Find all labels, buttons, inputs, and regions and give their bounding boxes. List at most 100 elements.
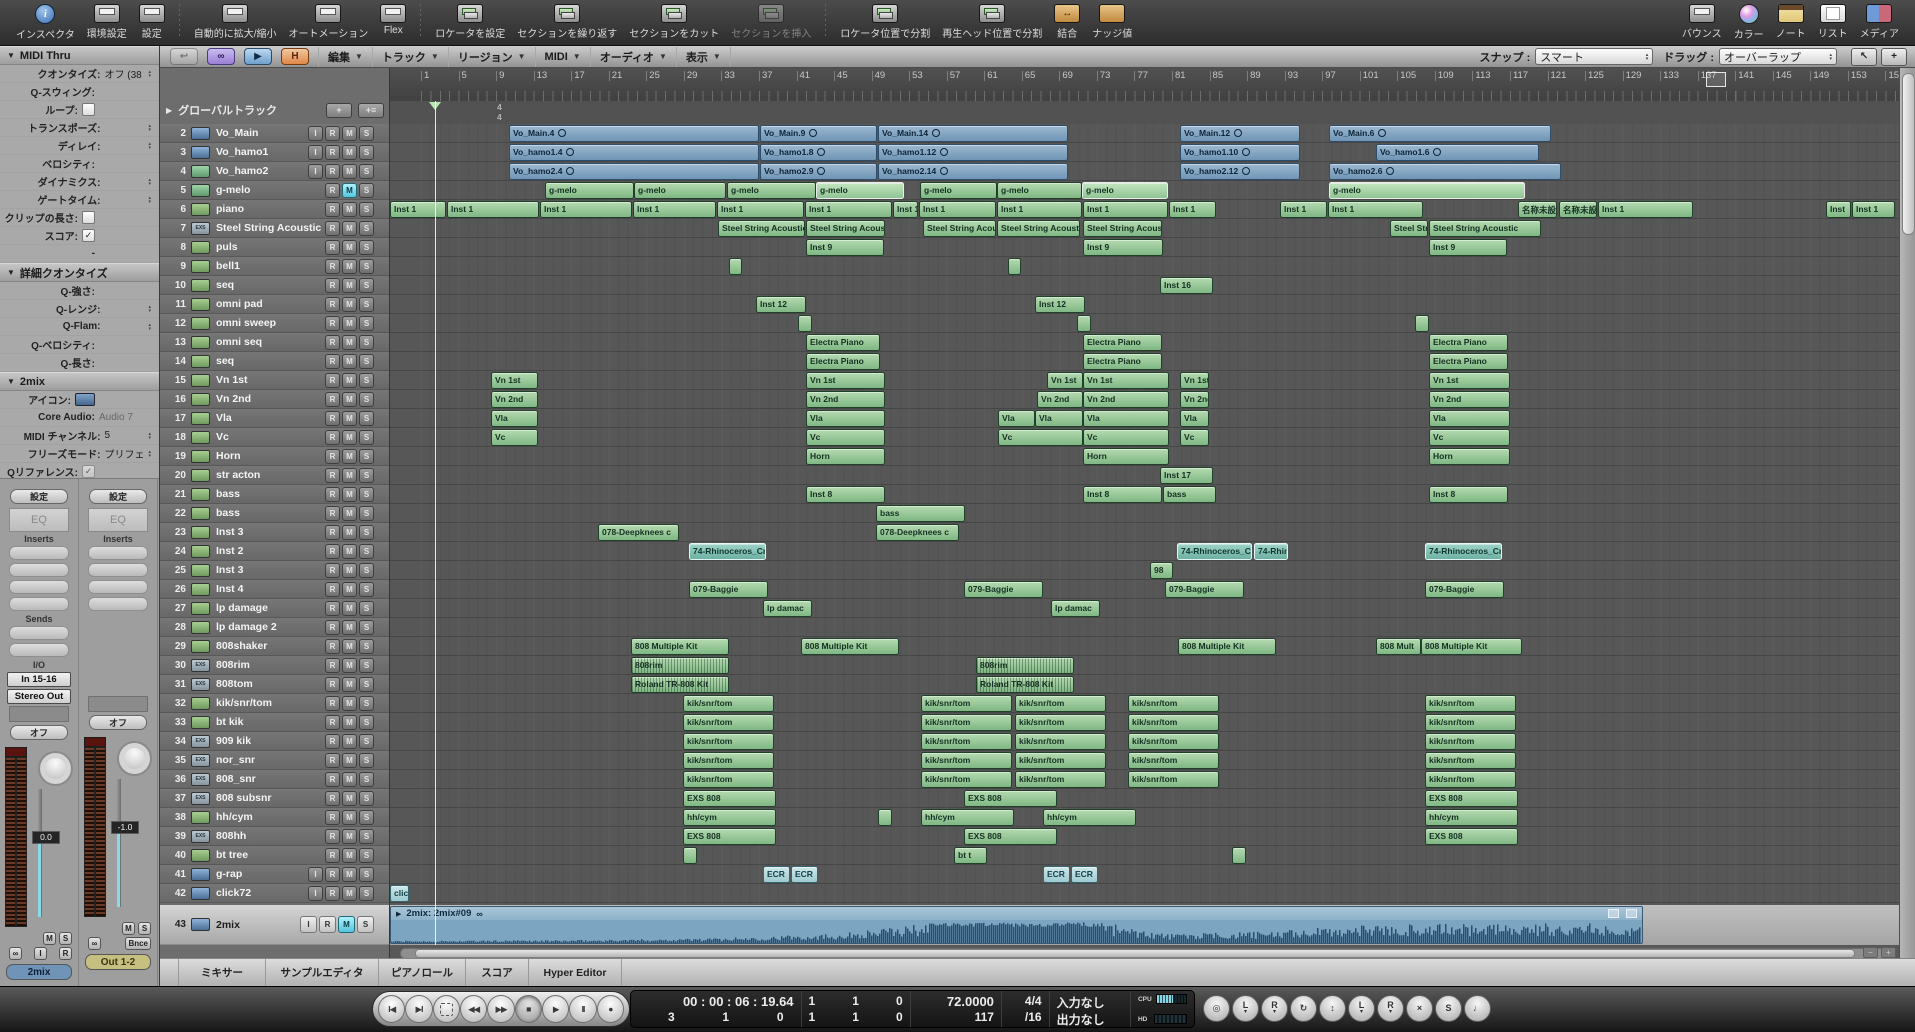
region-Vo_hamo1.6[interactable]: Vo_hamo1.6 bbox=[1376, 144, 1539, 161]
mute-button[interactable]: M bbox=[342, 201, 357, 217]
track-name[interactable]: omni pad bbox=[216, 298, 323, 310]
toolbar-item-flex[interactable]: Flex bbox=[380, 4, 407, 36]
region-kik/snr/tom[interactable]: kik/snr/tom bbox=[1128, 752, 1219, 769]
solo-button[interactable]: S bbox=[359, 657, 374, 673]
region-808rim[interactable]: 808rim bbox=[976, 657, 1074, 674]
solo-button[interactable]: S bbox=[359, 866, 374, 882]
solo-button[interactable]: S bbox=[359, 277, 374, 293]
stepper-icon[interactable]: ▴▾ bbox=[148, 69, 151, 78]
automation-mode-button[interactable]: オフ bbox=[10, 725, 68, 740]
region-Electra Piano[interactable]: Electra Piano bbox=[1083, 334, 1162, 351]
snap-select[interactable]: スマート ▴ ▾ bbox=[1535, 48, 1654, 65]
inspector-section-midi-thru[interactable]: ▼ MIDI Thru bbox=[0, 46, 159, 65]
toolbar-item-inspector[interactable]: i インスペクタ bbox=[16, 4, 75, 41]
mute-button[interactable]: M bbox=[342, 771, 357, 787]
region-Inst 17[interactable]: Inst 17 bbox=[1160, 467, 1213, 484]
mute-button[interactable]: M bbox=[342, 543, 357, 559]
track-row-bass[interactable]: 22 bass R M S bbox=[160, 504, 389, 523]
track-name[interactable]: g-melo bbox=[216, 184, 323, 196]
track-row-bass[interactable]: 21 bass R M S bbox=[160, 485, 389, 504]
region-EXS 808[interactable]: EXS 808 bbox=[1425, 790, 1518, 807]
mute-button[interactable]: M bbox=[342, 638, 357, 654]
track-name[interactable]: Steel String Acoustic bbox=[216, 222, 323, 234]
solo-button[interactable]: S bbox=[359, 334, 374, 350]
region-Vn 2nd[interactable]: Vn 2nd bbox=[491, 391, 538, 408]
parameter-value[interactable]: プリフェ bbox=[104, 446, 148, 461]
region-Inst 12[interactable]: Inst 12 bbox=[756, 296, 806, 313]
region-kik/snr/tom[interactable]: kik/snr/tom bbox=[1015, 714, 1106, 731]
region-Vo_hamo1.4[interactable]: Vo_hamo1.4 bbox=[509, 144, 759, 161]
track-name[interactable]: 808tom bbox=[216, 678, 323, 690]
region-kik/snr/tom[interactable]: kik/snr/tom bbox=[921, 752, 1012, 769]
solo-button[interactable]: S bbox=[359, 885, 374, 901]
mute-button[interactable]: M bbox=[338, 916, 355, 933]
solo-button[interactable]: S bbox=[359, 315, 374, 331]
stepper-icon[interactable]: ▴▾ bbox=[148, 141, 151, 150]
input-monitor-button[interactable]: I bbox=[308, 866, 323, 882]
solo-button[interactable]: S bbox=[359, 410, 374, 426]
track-row-kik/snr/tom[interactable]: 32 kik/snr/tom R M S bbox=[160, 694, 389, 713]
channel-mode-button-Bnce[interactable]: Bnce bbox=[125, 937, 151, 950]
insert-slot[interactable] bbox=[9, 563, 69, 577]
region-Steel String Acoustic[interactable]: Steel String Acoustic bbox=[1429, 220, 1541, 237]
region-ECR[interactable]: ECR bbox=[763, 866, 790, 883]
inspector-section-advanced-quantize[interactable]: ▼ 詳細クオンタイズ bbox=[0, 263, 159, 282]
region-Inst 1[interactable]: Inst 1 bbox=[1083, 201, 1168, 218]
track-name[interactable]: bass bbox=[216, 507, 323, 519]
region-EXS 808[interactable]: EXS 808 bbox=[964, 828, 1057, 845]
region-Inst 1[interactable]: Inst 1 bbox=[447, 201, 539, 218]
track-row-909 kik[interactable]: 34 EXS 909 kik R M S bbox=[160, 732, 389, 751]
region-blip[interactable] bbox=[1077, 315, 1091, 332]
record-enable-button[interactable]: R bbox=[319, 916, 336, 933]
track-name[interactable]: seq bbox=[216, 279, 323, 291]
lcd-position[interactable]: 00 : 00 : 06 : 19.64 3 1 0 bbox=[631, 991, 802, 1027]
record-enable-button[interactable]: R bbox=[325, 543, 340, 559]
horizontal-scrollbar[interactable] bbox=[400, 948, 1890, 958]
solo-button[interactable]: S bbox=[359, 752, 374, 768]
record-enable-button[interactable]: R bbox=[325, 182, 340, 198]
insert-slot[interactable] bbox=[88, 580, 148, 594]
mute-button[interactable]: M bbox=[342, 353, 357, 369]
track-name[interactable]: 808 subsnr bbox=[216, 792, 323, 804]
region-Vc[interactable]: Vc bbox=[1083, 429, 1169, 446]
region-Electra Piano[interactable]: Electra Piano bbox=[806, 353, 880, 370]
record-enable-button[interactable]: R bbox=[325, 410, 340, 426]
solo-button[interactable]: S bbox=[359, 467, 374, 483]
stepper-icon[interactable]: ▴▾ bbox=[148, 449, 151, 458]
menu-オーディオ[interactable]: オーディオ ▼ bbox=[589, 46, 676, 67]
stepper-icon[interactable]: ▴▾ bbox=[148, 195, 151, 204]
region-Steel Str[interactable]: Steel Str bbox=[1390, 220, 1428, 237]
fader-value[interactable]: 0.0 bbox=[32, 831, 60, 844]
mute-button[interactable]: M bbox=[342, 695, 357, 711]
tab-ピアノロール[interactable]: ピアノロール bbox=[379, 959, 466, 986]
region-blip[interactable] bbox=[1415, 315, 1429, 332]
region-kik/snr/tom[interactable]: kik/snr/tom bbox=[1128, 771, 1219, 788]
mute-button[interactable]: M bbox=[342, 429, 357, 445]
region-hh/cym[interactable]: hh/cym bbox=[683, 809, 776, 826]
record-enable-button[interactable]: R bbox=[325, 600, 340, 616]
track-row-Vn 2nd[interactable]: 16 Vn 2nd R M S bbox=[160, 390, 389, 409]
menu-表示[interactable]: 表示 ▼ bbox=[675, 46, 731, 67]
region-kik/snr/tom[interactable]: kik/snr/tom bbox=[1015, 752, 1106, 769]
track-name[interactable]: Vo_Main bbox=[216, 127, 306, 139]
region-kik/snr/tom[interactable]: kik/snr/tom bbox=[1128, 695, 1219, 712]
solo-button[interactable]: S bbox=[359, 600, 374, 616]
pan-knob[interactable] bbox=[38, 751, 73, 786]
track-name[interactable]: 808shaker bbox=[216, 640, 323, 652]
track-row-808_snr[interactable]: 36 EXS 808_snr R M S bbox=[160, 770, 389, 789]
go-to-beginning-button[interactable]: I◀ bbox=[378, 995, 406, 1023]
mute-button[interactable]: M bbox=[342, 714, 357, 730]
track-name[interactable]: 808hh bbox=[216, 830, 323, 842]
region-Vo_Main.9[interactable]: Vo_Main.9 bbox=[760, 125, 877, 142]
solo-button[interactable]: S bbox=[359, 714, 374, 730]
region-zoom-icon[interactable] bbox=[1608, 909, 1619, 918]
link-icon[interactable]: ∞ bbox=[207, 48, 235, 65]
region-Vo_Main.4[interactable]: Vo_Main.4 bbox=[509, 125, 759, 142]
region-Electra Piano[interactable]: Electra Piano bbox=[1429, 334, 1508, 351]
toolbar-item-preferences[interactable]: 環境設定 bbox=[87, 4, 127, 40]
zoom-controls[interactable]: − + bbox=[1863, 947, 1896, 958]
solo-button[interactable]: S bbox=[359, 163, 374, 179]
region-kik/snr/tom[interactable]: kik/snr/tom bbox=[683, 733, 774, 750]
region-Vn 1st[interactable]: Vn 1st bbox=[491, 372, 538, 389]
region-Inst[interactable]: Inst bbox=[1826, 201, 1851, 218]
